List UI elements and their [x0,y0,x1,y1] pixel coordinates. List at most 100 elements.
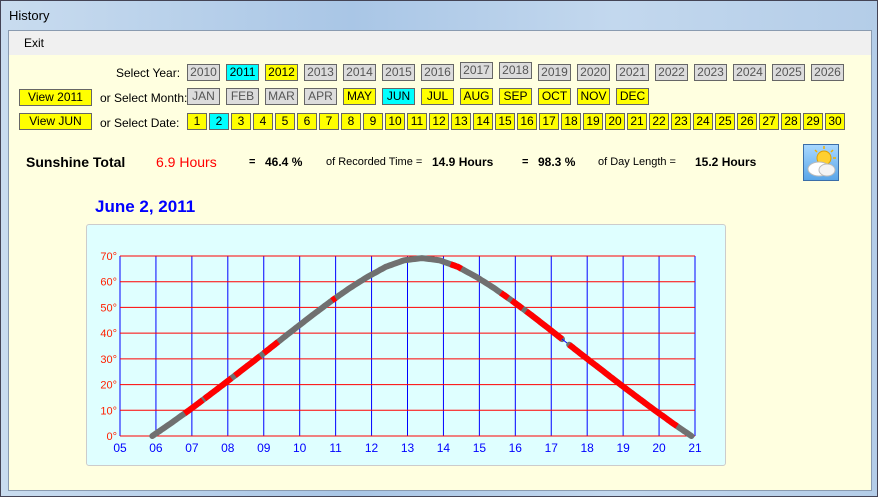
x-tick-label: 18 [581,441,595,455]
date-button-28[interactable]: 28 [781,113,801,130]
chart-title: June 2, 2011 [95,197,196,216]
year-button-2018[interactable]: 2018 [499,62,532,79]
year-button-2015[interactable]: 2015 [382,64,415,81]
y-tick-label: 0° [106,431,117,443]
month-button-may[interactable]: MAY [343,88,376,105]
year-button-2021[interactable]: 2021 [616,64,649,81]
date-button-4[interactable]: 4 [253,113,273,130]
date-button-24[interactable]: 24 [693,113,713,130]
year-button-2025[interactable]: 2025 [772,64,805,81]
x-tick-label: 11 [329,441,342,455]
date-button-7[interactable]: 7 [319,113,339,130]
date-button-25[interactable]: 25 [715,113,735,130]
year-button-2010[interactable]: 2010 [187,64,220,81]
date-button-18[interactable]: 18 [561,113,581,130]
of-recorded-label: of Recorded Time = [326,156,423,168]
date-button-30[interactable]: 30 [825,113,845,130]
date-button-12[interactable]: 12 [429,113,449,130]
equals-1: = [249,156,256,168]
year-button-2020[interactable]: 2020 [577,64,610,81]
y-tick-label: 50° [100,302,117,314]
x-tick-label: 05 [113,441,127,455]
month-button-jun[interactable]: JUN [382,88,415,105]
month-button-oct[interactable]: OCT [538,88,571,105]
x-tick-label: 20 [652,441,666,455]
y-tick-label: 20° [100,380,117,392]
elevation-curve [149,255,565,439]
view-month-button[interactable]: View JUN [19,113,92,130]
date-button-27[interactable]: 27 [759,113,779,130]
weather-sun-cloud-icon[interactable] [803,144,839,181]
x-tick-label: 08 [221,441,235,455]
date-button-5[interactable]: 5 [275,113,295,130]
date-button-29[interactable]: 29 [803,113,823,130]
date-button-2[interactable]: 2 [209,113,229,130]
y-tick-label: 60° [100,277,117,289]
date-button-17[interactable]: 17 [539,113,559,130]
menu-exit[interactable]: Exit [24,36,44,50]
sunshine-hours: 6.9 Hours [156,154,217,170]
date-button-23[interactable]: 23 [671,113,691,130]
menu-bar: Exit [9,31,871,55]
pct-day: 98.3 % [538,155,576,169]
year-button-2013[interactable]: 2013 [304,64,337,81]
y-tick-label: 10° [100,405,117,417]
month-button-dec[interactable]: DEC [616,88,649,105]
chart-panel: 05 06 07 08 09 10 11 12 13 14 15 16 17 18 19 20 21 0° 10° 2… [86,224,726,466]
date-button-22[interactable]: 22 [649,113,669,130]
month-button-mar[interactable]: MAR [265,88,298,105]
sunshine-total-label: Sunshine Total [26,154,126,170]
date-button-19[interactable]: 19 [583,113,603,130]
sunny-segment [261,339,280,356]
x-tick-label: 19 [616,441,630,455]
year-button-2017[interactable]: 2017 [460,62,493,79]
year-button-2023[interactable]: 2023 [694,64,727,81]
equals-2: = [522,156,529,168]
x-tick-label: 10 [293,441,307,455]
month-button-aug[interactable]: AUG [460,88,493,105]
client-area: Exit Select Year: View 2011 or Select Mo… [8,30,872,491]
x-tick-label: 16 [509,441,523,455]
month-button-nov[interactable]: NOV [577,88,610,105]
month-button-apr[interactable]: APR [304,88,337,105]
y-tick-label: 40° [100,328,117,340]
x-tick-label: 09 [257,441,271,455]
date-button-3[interactable]: 3 [231,113,251,130]
select-year-label: Select Year: [116,66,181,80]
year-button-2022[interactable]: 2022 [655,64,688,81]
view-year-button[interactable]: View 2011 [19,89,92,106]
x-tick-label: 12 [365,441,379,455]
year-button-2012[interactable]: 2012 [265,64,298,81]
x-tick-label: 06 [149,441,163,455]
select-date-label: or Select Date: [100,116,180,130]
year-button-2014[interactable]: 2014 [343,64,376,81]
date-button-14[interactable]: 14 [473,113,493,130]
month-button-feb[interactable]: FEB [226,88,259,105]
month-button-jul[interactable]: JUL [421,88,454,105]
date-button-9[interactable]: 9 [363,113,383,130]
year-button-2019[interactable]: 2019 [538,64,571,81]
month-button-sep[interactable]: SEP [499,88,532,105]
date-button-13[interactable]: 13 [451,113,471,130]
year-button-2024[interactable]: 2024 [733,64,766,81]
year-button-2011[interactable]: 2011 [226,64,259,81]
date-button-16[interactable]: 16 [517,113,537,130]
sunny-segment [449,261,463,272]
date-button-10[interactable]: 10 [385,113,405,130]
x-tick-label: 13 [401,441,415,455]
date-button-11[interactable]: 11 [407,113,427,130]
date-button-20[interactable]: 20 [605,113,625,130]
y-tick-label: 70° [100,251,117,263]
date-button-15[interactable]: 15 [495,113,515,130]
select-month-label: or Select Month: [100,91,188,105]
date-button-26[interactable]: 26 [737,113,757,130]
date-button-8[interactable]: 8 [341,113,361,130]
x-tick-label: 14 [437,441,451,455]
month-button-jan[interactable]: JAN [187,88,220,105]
date-button-1[interactable]: 1 [187,113,207,130]
year-button-2026[interactable]: 2026 [811,64,844,81]
date-button-6[interactable]: 6 [297,113,317,130]
date-button-21[interactable]: 21 [627,113,647,130]
x-tick-label: 15 [473,441,487,455]
year-button-2016[interactable]: 2016 [421,64,454,81]
